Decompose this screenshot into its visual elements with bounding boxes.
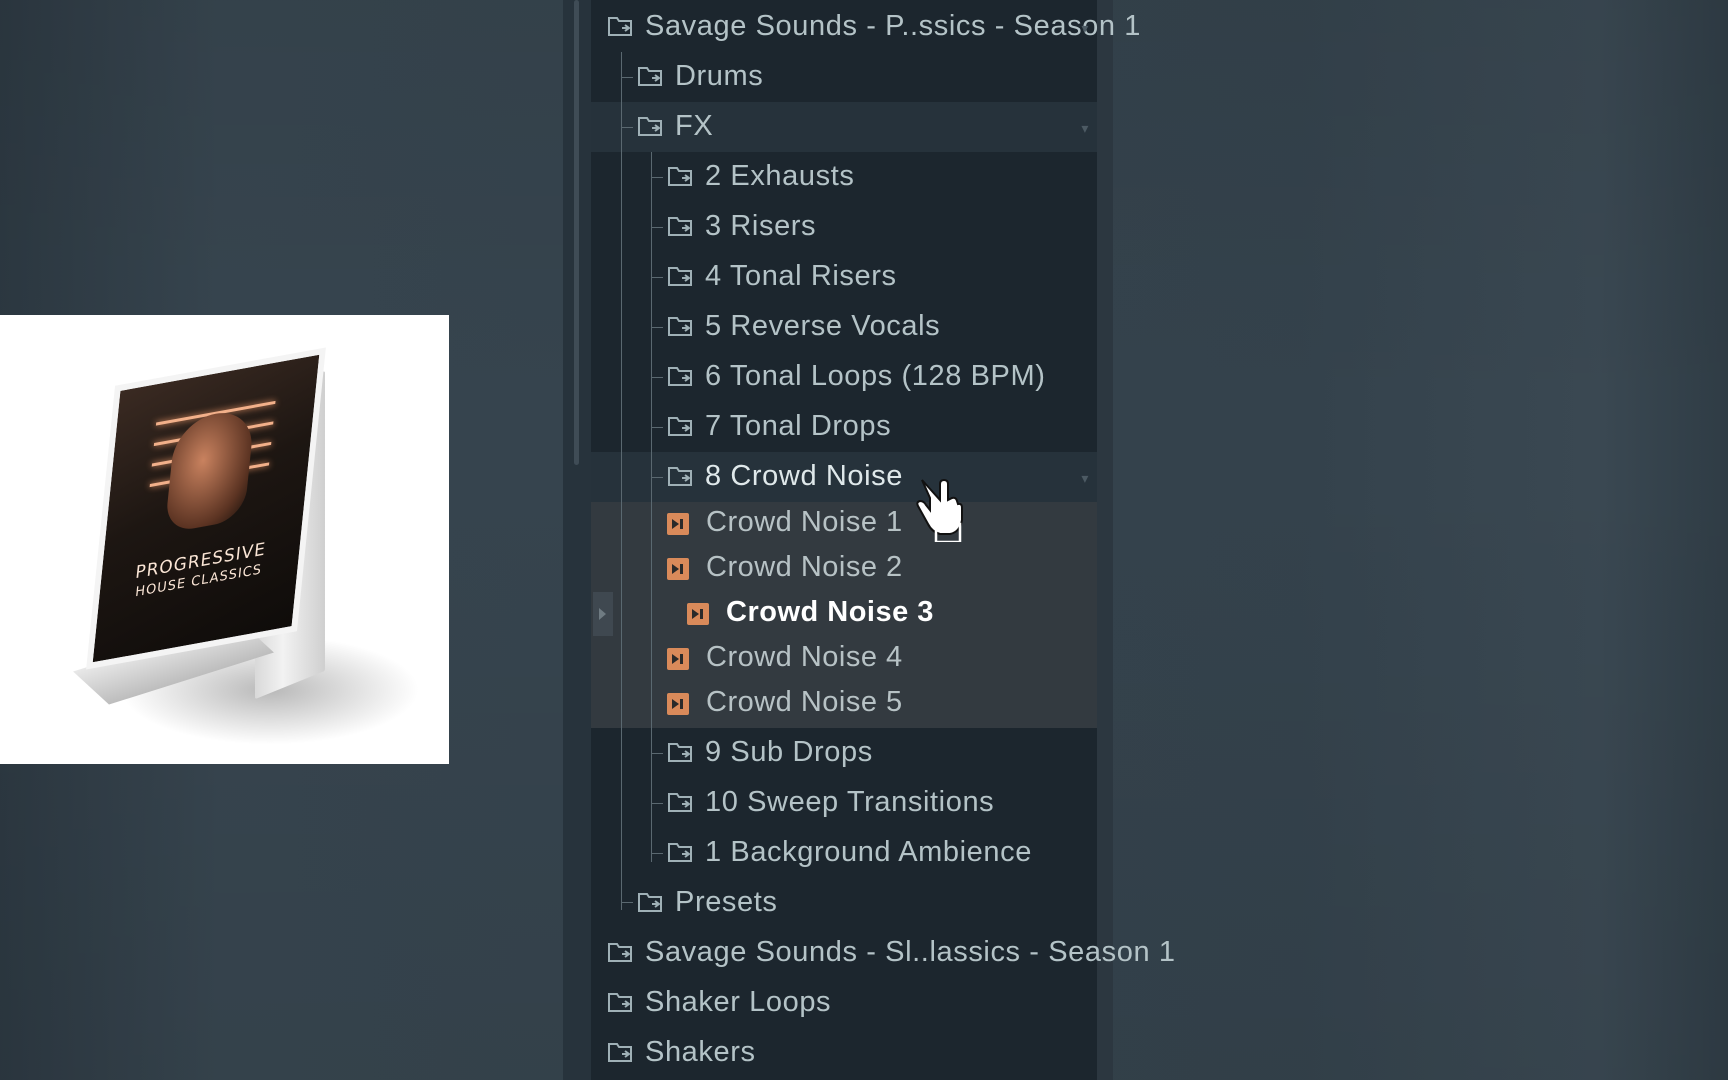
tree-connector-line <box>621 77 633 78</box>
folder-icon <box>637 64 665 98</box>
portrait <box>164 406 256 534</box>
folder-icon <box>607 14 635 48</box>
folder-label: Savage Sounds - P..ssics - Season 1 <box>645 10 1142 42</box>
audio-file-item[interactable]: Crowd Noise 2 <box>591 547 1097 592</box>
folder-label: 3 Risers <box>705 210 817 242</box>
audio-file-label: Crowd Noise 3 <box>726 596 934 628</box>
audio-file-icon <box>667 648 689 670</box>
folder-item[interactable]: 9 Sub Drops <box>591 728 1097 778</box>
audio-file-label: Crowd Noise 5 <box>706 686 903 718</box>
folder-label: 4 Tonal Risers <box>705 260 897 292</box>
audio-file-icon <box>667 513 689 535</box>
dropdown-arrow-icon[interactable]: ▾ <box>1081 470 1089 487</box>
tree-connector-line <box>651 327 663 328</box>
folder-item[interactable]: 2 Exhausts <box>591 152 1097 202</box>
folder-label: Drums <box>675 60 764 92</box>
tree-connector-line <box>651 227 663 228</box>
folder-label: 6 Tonal Loops (128 BPM) <box>705 360 1046 392</box>
dropdown-arrow-icon[interactable]: ▾ <box>1081 20 1089 37</box>
folder-icon <box>667 464 695 498</box>
folder-item[interactable]: Presets <box>591 878 1097 928</box>
audio-file-label: Crowd Noise 1 <box>706 506 903 538</box>
folder-label: Shaker Loops <box>645 986 832 1018</box>
panel-edge <box>1097 0 1113 1080</box>
folder-item[interactable]: Shaker Loops <box>591 978 1097 1028</box>
folder-label: 2 Exhausts <box>705 160 855 192</box>
audio-file-icon <box>667 693 689 715</box>
folder-label: 8 Crowd Noise <box>705 460 903 492</box>
audio-file-icon <box>687 603 709 625</box>
product-box-image: PROGRESSIVE HOUSE CLASSICS <box>0 315 449 764</box>
audio-file-item[interactable]: Crowd Noise 5 <box>591 682 1097 727</box>
folder-label: 1 Background Ambience <box>705 836 1032 868</box>
selection-marker-arrow-icon <box>593 592 613 636</box>
folder-icon <box>637 890 665 924</box>
tree-connector-line <box>651 177 663 178</box>
folder-item[interactable]: Savage Sounds - Sl..lassics - Season 1 <box>591 928 1175 978</box>
folder-item[interactable]: Savage Sounds - P..ssics - Season 1 ▾ <box>591 2 1140 52</box>
folder-icon <box>667 214 695 248</box>
folder-label: Savage Sounds - Sl..lassics - Season 1 <box>645 936 1176 968</box>
folder-icon <box>667 264 695 298</box>
folder-icon <box>607 990 635 1024</box>
folder-item[interactable]: 3 Risers <box>591 202 1097 252</box>
tree-connector-line <box>651 427 663 428</box>
tree-connector-line <box>651 377 663 378</box>
folder-icon <box>667 840 695 874</box>
audio-file-label: Crowd Noise 4 <box>706 641 903 673</box>
folder-icon <box>667 364 695 398</box>
audio-file-item[interactable]: Crowd Noise 3 <box>591 592 1097 637</box>
folder-item[interactable]: 1 Background Ambience <box>591 828 1097 878</box>
audio-file-item[interactable]: Crowd Noise 1 <box>591 502 1097 547</box>
tree-connector-line <box>621 127 633 128</box>
folder-label: FX <box>675 110 714 142</box>
tree-connector-line <box>651 477 663 478</box>
folder-icon <box>667 164 695 198</box>
folder-icon <box>667 414 695 448</box>
folder-label: 7 Tonal Drops <box>705 410 892 442</box>
scrollbar-thumb[interactable] <box>574 0 579 465</box>
folder-label: 10 Sweep Transitions <box>705 786 995 818</box>
audio-file-item[interactable]: Crowd Noise 4 <box>591 637 1097 682</box>
folder-item[interactable]: 6 Tonal Loops (128 BPM) <box>591 352 1097 402</box>
folder-label: Shakers <box>645 1036 756 1068</box>
folder-item[interactable]: 5 Reverse Vocals <box>591 302 1097 352</box>
folder-icon <box>667 314 695 348</box>
audio-file-icon <box>667 558 689 580</box>
folder-icon <box>607 1040 635 1074</box>
folder-icon <box>607 940 635 974</box>
folder-label: 5 Reverse Vocals <box>705 310 941 342</box>
folder-item[interactable]: Shakers <box>591 1028 1097 1078</box>
dropdown-arrow-icon[interactable]: ▾ <box>1081 120 1089 137</box>
folder-item[interactable]: FX ▾ <box>591 102 1097 152</box>
folder-item[interactable]: 4 Tonal Risers <box>591 252 1097 302</box>
folder-item[interactable]: 10 Sweep Transitions <box>591 778 1097 828</box>
folder-item[interactable]: 8 Crowd Noise ▾ <box>591 452 1097 502</box>
folder-item[interactable]: 7 Tonal Drops <box>591 402 1097 452</box>
audio-file-label: Crowd Noise 2 <box>706 551 903 583</box>
hand-cursor-icon <box>916 478 963 542</box>
folder-item[interactable]: Drums <box>591 52 1097 102</box>
folder-icon <box>667 740 695 774</box>
folder-label: 9 Sub Drops <box>705 736 873 768</box>
folder-icon <box>667 790 695 824</box>
folder-label: Presets <box>675 886 778 918</box>
tree-connector-line <box>651 277 663 278</box>
folder-icon <box>637 114 665 148</box>
box-front-cover: PROGRESSIVE HOUSE CLASSICS <box>86 347 326 670</box>
